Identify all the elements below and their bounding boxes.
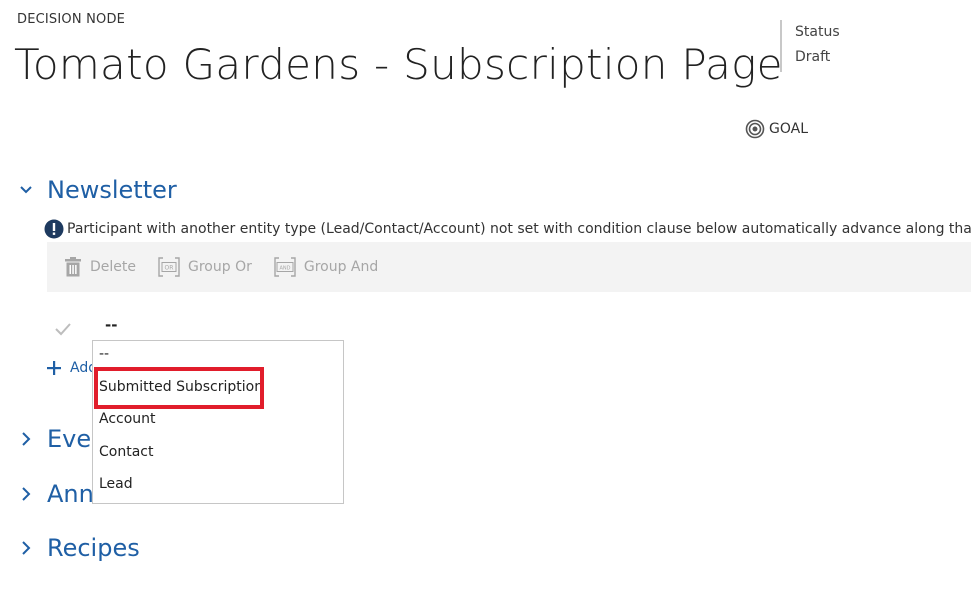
check-icon[interactable] bbox=[54, 320, 72, 338]
target-icon bbox=[745, 119, 765, 139]
goal-toggle[interactable]: GOAL bbox=[745, 119, 808, 139]
section-header-announcements[interactable]: Ann bbox=[18, 480, 94, 508]
plus-icon bbox=[47, 361, 61, 375]
group-and-icon: AND bbox=[274, 257, 296, 277]
status-value: Draft bbox=[795, 49, 831, 65]
status-box: Status Draft bbox=[780, 20, 840, 72]
trash-icon bbox=[65, 257, 81, 277]
delete-button[interactable]: Delete bbox=[64, 257, 136, 277]
condition-toolbar: Delete OR Group Or AND Group And bbox=[47, 242, 971, 292]
notice-text: Participant with another entity type (Le… bbox=[67, 221, 971, 237]
add-condition-link[interactable]: Add bbox=[47, 360, 97, 376]
chevron-right-icon bbox=[22, 541, 31, 555]
dropdown-option[interactable]: Account bbox=[99, 411, 156, 427]
section-title-newsletter: Newsletter bbox=[47, 176, 177, 204]
section-header-events[interactable]: Ever bbox=[18, 425, 101, 453]
node-eyebrow: DECISION NODE bbox=[17, 12, 126, 27]
section-title-announcements: Ann bbox=[47, 480, 94, 508]
highlight-box bbox=[94, 367, 264, 409]
chevron-right-icon bbox=[22, 487, 31, 501]
goal-label: GOAL bbox=[769, 121, 808, 137]
status-label: Status bbox=[795, 24, 840, 40]
chevron-right-icon bbox=[22, 432, 31, 446]
group-and-label: Group And bbox=[303, 259, 379, 275]
info-alert-icon bbox=[44, 219, 64, 239]
and-badge-text: AND bbox=[279, 265, 290, 271]
group-or-button[interactable]: OR Group Or bbox=[158, 257, 252, 277]
notice-row: Participant with another entity type (Le… bbox=[44, 219, 971, 239]
dropdown-option[interactable]: Lead bbox=[99, 476, 133, 492]
condition-dropdown[interactable]: -- Submitted Subscription Account Contac… bbox=[92, 340, 344, 504]
or-badge-text: OR bbox=[165, 265, 174, 272]
delete-label: Delete bbox=[90, 259, 136, 275]
group-or-label: Group Or bbox=[188, 259, 252, 275]
section-title-recipes: Recipes bbox=[47, 534, 140, 562]
dropdown-option[interactable]: -- bbox=[99, 346, 109, 362]
page-title: Tomato Gardens - Subscription Page bbox=[14, 40, 783, 89]
group-and-button[interactable]: AND Group And bbox=[274, 257, 378, 277]
dropdown-option[interactable]: Contact bbox=[99, 444, 153, 460]
chevron-down-icon bbox=[20, 186, 32, 194]
section-header-recipes[interactable]: Recipes bbox=[18, 534, 140, 562]
condition-field[interactable]: -- bbox=[105, 316, 117, 334]
section-header-newsletter[interactable]: Newsletter bbox=[18, 176, 177, 204]
group-or-icon: OR bbox=[158, 257, 180, 277]
